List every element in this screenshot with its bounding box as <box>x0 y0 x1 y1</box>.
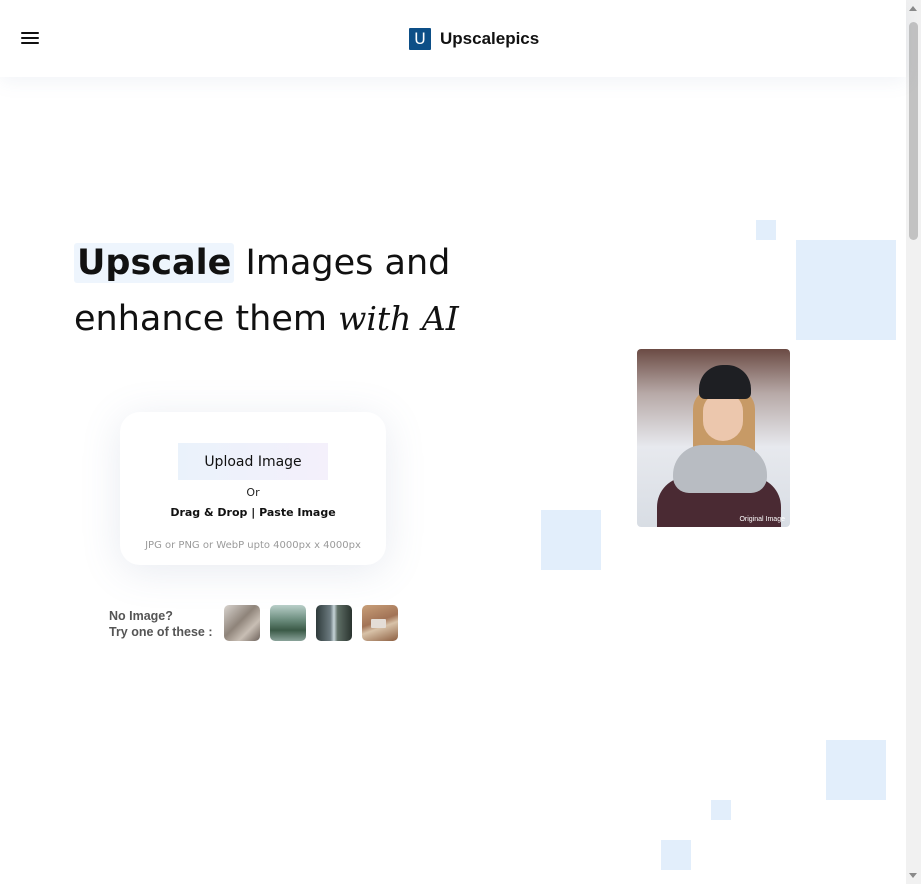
hero-title: Upscale Images and enhance them with AI <box>74 236 544 347</box>
hero-title-line1: Images and <box>234 243 451 283</box>
portrait-hat <box>699 365 751 399</box>
laptop-shape <box>371 619 386 628</box>
sample-image-street[interactable] <box>316 605 352 641</box>
scrollbar-thumb[interactable] <box>909 22 918 240</box>
decor-square <box>826 740 886 800</box>
scroll-up-arrow-icon[interactable] <box>909 6 917 11</box>
sample-image-laptop[interactable] <box>362 605 398 641</box>
decor-square <box>756 220 776 240</box>
portrait-scarf <box>673 445 767 493</box>
upload-image-button[interactable]: Upload Image <box>178 443 328 480</box>
drag-drop-paste-text: Drag & Drop | Paste Image <box>170 506 336 519</box>
upload-dropzone[interactable]: Upload Image Or Drag & Drop | Paste Imag… <box>120 412 386 565</box>
brand-name: Upscalepics <box>440 29 540 48</box>
scroll-down-arrow-icon[interactable] <box>909 873 917 878</box>
top-header: U Upscalepics <box>0 0 906 77</box>
original-image-preview: Original Image <box>637 349 790 527</box>
sample-label-line2: Try one of these : <box>109 625 213 639</box>
sample-images-label: No Image? Try one of these : <box>109 608 213 640</box>
hero-title-line2: enhance them <box>74 299 339 339</box>
decor-square <box>796 240 896 340</box>
page-scrollbar[interactable] <box>906 0 921 884</box>
sample-image-cat[interactable] <box>224 605 260 641</box>
decor-square <box>541 510 601 570</box>
file-format-hint: JPG or PNG or WebP upto 4000px x 4000px <box>145 540 361 551</box>
decor-square <box>661 840 691 870</box>
brand-logo[interactable]: U Upscalepics <box>409 28 539 50</box>
hamburger-menu-icon[interactable] <box>21 32 39 46</box>
decor-square <box>711 800 731 820</box>
portrait-face <box>703 393 743 441</box>
logo-icon: U <box>409 28 431 50</box>
original-image-caption: Original Image <box>739 516 785 523</box>
hero-title-script: with AI <box>338 299 459 338</box>
hero-title-highlight: Upscale <box>74 243 235 283</box>
or-separator: Or <box>246 486 260 499</box>
sample-label-line1: No Image? <box>109 609 173 623</box>
sample-image-landscape[interactable] <box>270 605 306 641</box>
